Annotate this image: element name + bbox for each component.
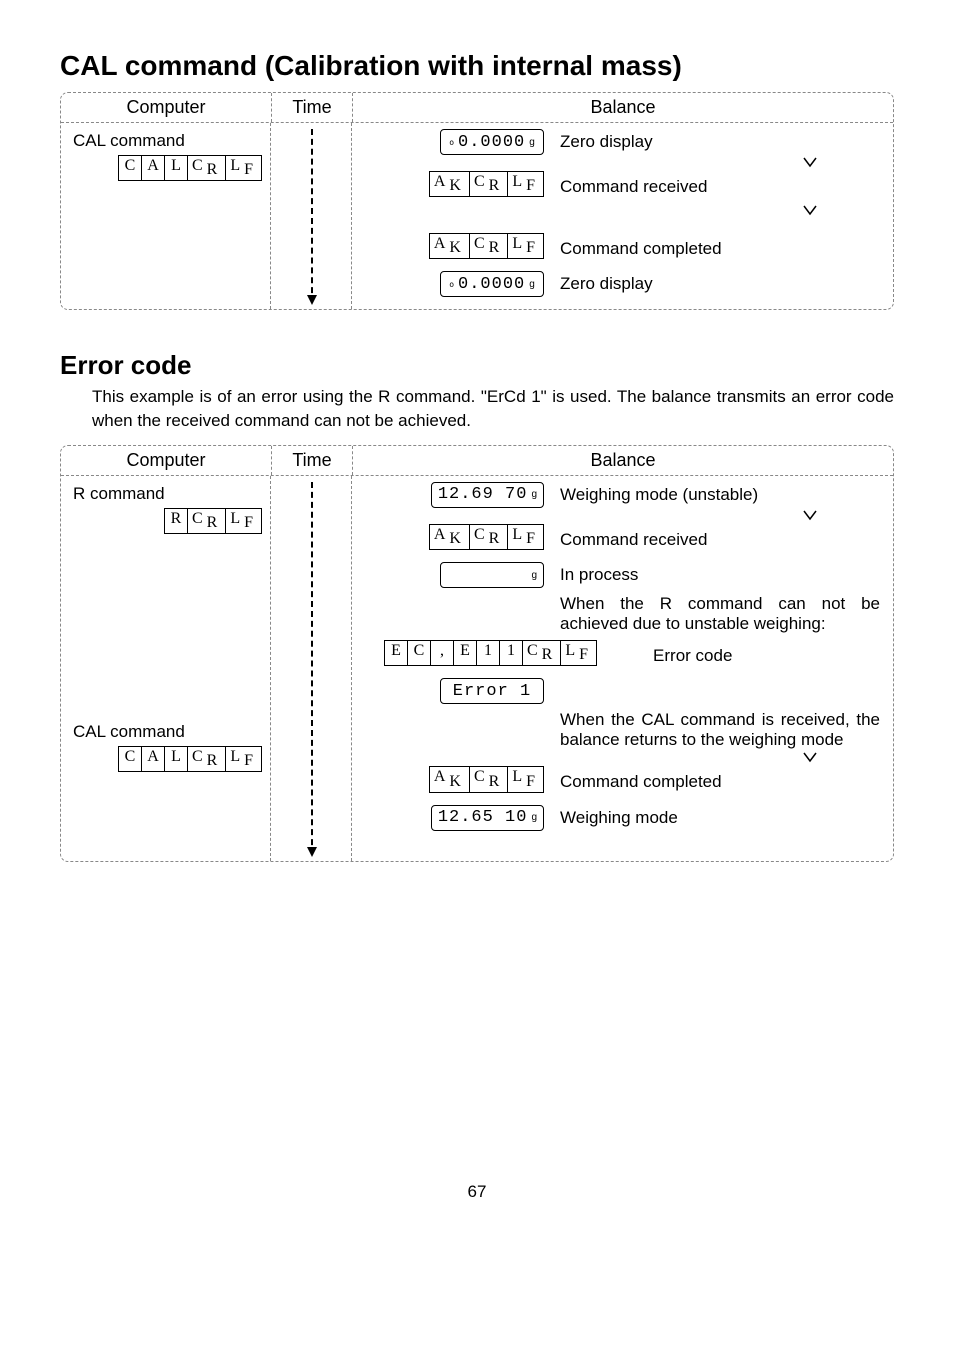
hdr-computer: Computer (61, 93, 272, 122)
diagram-cal-command: Computer Time Balance CAL command CALCRL… (60, 92, 894, 310)
time-arrow-icon-2 (311, 482, 313, 855)
hdr-computer-2: Computer (61, 446, 272, 475)
lcd-unstable: 12.69 70g (431, 482, 544, 508)
desc-r-fail: When the R command can not be achieved d… (560, 594, 880, 634)
cmd-r-bytes: RCRLF (164, 508, 262, 534)
lcd-weighing-mode: 12.65 10g (431, 805, 544, 831)
desc-zero-display-1: Zero display (560, 132, 653, 152)
desc-command-completed-1: Command completed (560, 239, 722, 259)
desc-weighing-unstable: Weighing mode (unstable) (560, 485, 758, 505)
cmd-cal-bytes-2: CALCRLF (118, 746, 262, 772)
desc-command-completed-2: Command completed (560, 772, 722, 792)
ack-received-2: AKCRLF (429, 524, 544, 550)
desc-cal-received: When the CAL command is received, the ba… (560, 710, 880, 750)
ack-received-1: AKCRLF (429, 171, 544, 197)
cmd-cal-bytes: CALCRLF (118, 155, 262, 181)
ack-completed-1: AKCRLF (429, 233, 544, 259)
cmd-cal-label-2: CAL command (73, 722, 262, 742)
desc-weighing-mode: Weighing mode (560, 808, 678, 828)
hdr-balance-2: Balance (353, 446, 893, 475)
lcd-zero-1: o0.0000g (440, 129, 544, 155)
lcd-error: Error 1 (440, 678, 544, 704)
hdr-balance: Balance (353, 93, 893, 122)
ack-completed-2: AKCRLF (429, 766, 544, 792)
cmd-r-label: R command (73, 484, 262, 504)
hdr-time-2: Time (272, 446, 353, 475)
lcd-zero-2: o0.0000g (440, 271, 544, 297)
desc-zero-display-2: Zero display (560, 274, 653, 294)
page-number: 67 (60, 1182, 894, 1202)
time-arrow-icon (311, 129, 313, 303)
desc-error-code: Error code (653, 646, 732, 666)
diagram-error-code: Computer Time Balance R command RCRLF CA… (60, 445, 894, 862)
desc-in-process: In process (560, 565, 638, 585)
cmd-cal-label: CAL command (73, 131, 262, 151)
lcd-inprocess: g (440, 562, 544, 588)
error-code-bytes: EC,E11CRLF (384, 640, 597, 666)
desc-command-received-1: Command received (560, 177, 707, 197)
heading-cal-command: CAL command (Calibration with internal m… (60, 50, 894, 82)
hdr-time: Time (272, 93, 353, 122)
body-error-code: This example is of an error using the R … (92, 385, 894, 433)
desc-command-received-2: Command received (560, 530, 707, 550)
heading-error-code: Error code (60, 350, 894, 381)
